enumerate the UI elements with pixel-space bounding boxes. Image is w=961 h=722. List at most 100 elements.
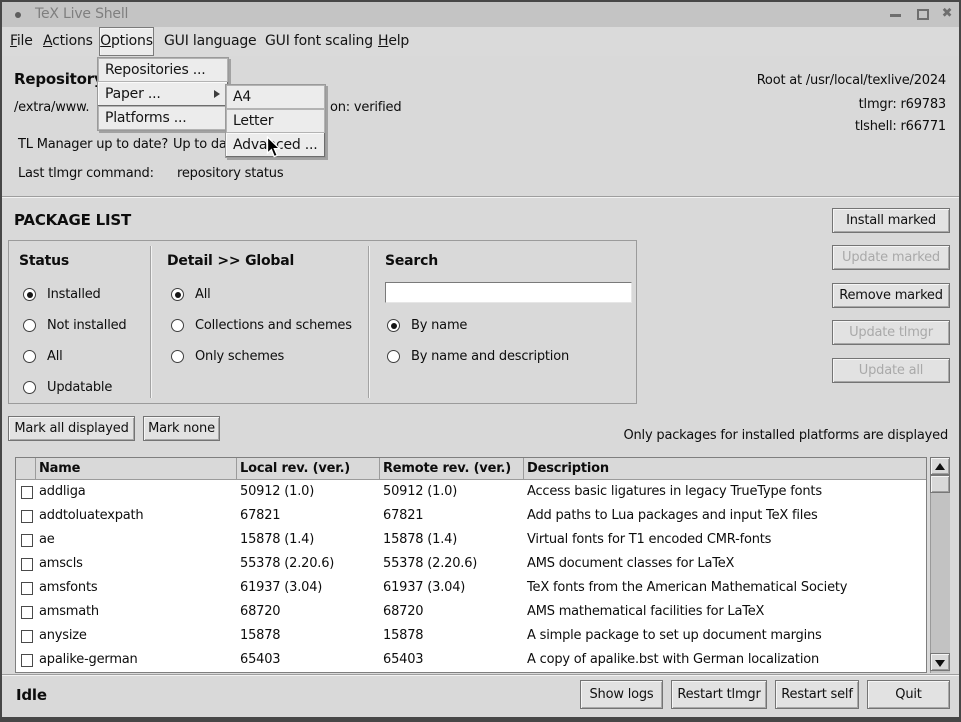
separator-line (2, 196, 959, 198)
table-row-amsmath[interactable]: amsmath6872068720AMS mathematical facili… (16, 600, 926, 624)
update-all-button: Update all (832, 358, 950, 383)
install-marked-button[interactable]: Install marked (832, 208, 950, 233)
table-row-amscls[interactable]: amscls55378 (2.20.6)55378 (2.20.6)AMS do… (16, 552, 926, 576)
menubar-item-gui-language[interactable]: GUI language (164, 27, 256, 56)
cell-remote-rev: 15878 (380, 624, 524, 648)
arrow-down-icon (935, 660, 945, 667)
cell-remote-rev: 61937 (3.04) (380, 576, 524, 600)
package-checkbox[interactable] (21, 558, 33, 571)
vertical-scrollbar[interactable] (930, 457, 950, 673)
cell-local-rev: 68720 (237, 600, 380, 624)
detail-only-schemes-radio[interactable]: Only schemes (171, 349, 385, 365)
restart-tlmgr-button[interactable]: Restart tlmgr (671, 680, 767, 709)
menubar-item-gui-font-scaling[interactable]: GUI font scaling (265, 27, 373, 56)
mark-none-button[interactable]: Mark none (143, 416, 220, 441)
cascade-arrow-icon (214, 90, 220, 98)
scroll-up-button[interactable] (930, 457, 950, 475)
arrow-up-icon (935, 463, 945, 470)
table-row-anysize[interactable]: anysize1587815878A simple package to set… (16, 624, 926, 648)
checkbox-cell (16, 528, 36, 552)
table-row-apalike-german[interactable]: apalike-german6540365403A copy of apalik… (16, 648, 926, 672)
package-checkbox[interactable] (21, 510, 33, 523)
package-checkbox[interactable] (21, 486, 33, 499)
scroll-down-button[interactable] (930, 653, 950, 671)
update-tlmgr-button: Update tlmgr (832, 320, 950, 345)
remove-marked-button[interactable]: Remove marked (832, 283, 950, 308)
update-marked-button: Update marked (832, 245, 950, 270)
detail-collections-and-schemes-radio[interactable]: Collections and schemes (171, 318, 385, 334)
radio-unselected-icon (23, 319, 36, 332)
status-text: Idle (16, 686, 47, 704)
cell-name: ae (36, 528, 237, 552)
radio-unselected-icon (23, 381, 36, 394)
cell-remote-rev: 67821 (380, 504, 524, 528)
cell-remote-rev: 68720 (380, 600, 524, 624)
column-header-name: Name (36, 458, 237, 480)
mark-all-displayed-button[interactable]: Mark all displayed (8, 416, 135, 441)
cell-description: Access basic ligatures in legacy TrueTyp… (524, 480, 926, 504)
cell-name: amsmath (36, 600, 237, 624)
radio-selected-icon (23, 288, 36, 301)
status-all-label: All (47, 349, 63, 364)
menu-item-repositories[interactable]: Repositories ... (98, 58, 228, 82)
maximize-button-icon[interactable] (917, 9, 929, 20)
package-checkbox[interactable] (21, 606, 33, 619)
menubar-item-options[interactable]: Options (99, 27, 154, 56)
root-path-text: Root at /usr/local/texlive/2024 (757, 73, 946, 88)
menubar-item-actions[interactable]: Actions (43, 27, 93, 56)
radio-selected-icon (387, 319, 400, 332)
package-checkbox[interactable] (21, 654, 33, 667)
search-by-name-radio[interactable]: By name (387, 318, 601, 334)
cell-name: amsfonts (36, 576, 237, 600)
cell-description: Add paths to Lua packages and input TeX … (524, 504, 926, 528)
platforms-note-text: Only packages for installed platforms ar… (623, 428, 948, 443)
texlive-shell-window: TeX Live Shell ✖ FileActionsOptionsGUI l… (0, 0, 961, 722)
cell-remote-rev: 55378 (2.20.6) (380, 552, 524, 576)
restart-self-button[interactable]: Restart self (775, 680, 859, 709)
cell-local-rev: 15878 (237, 624, 380, 648)
checkbox-cell (16, 648, 36, 672)
tl-manager-label: TL Manager up to date? (18, 137, 168, 152)
menubar-item-help[interactable]: Help (378, 27, 409, 56)
radio-unselected-icon (171, 350, 184, 363)
scrollbar-thumb[interactable] (930, 475, 950, 493)
menu-bar: File ActionsOptions GUI language GUI font s… (2, 27, 959, 56)
cell-local-rev: 50912 (1.0) (237, 480, 380, 504)
package-checkbox[interactable] (21, 630, 33, 643)
submenu-item-letter[interactable]: Letter (226, 109, 325, 133)
status-updatable-radio[interactable]: Updatable (23, 380, 237, 396)
menu-item-paper[interactable]: Paper ... (98, 82, 228, 106)
menu-item-platforms[interactable]: Platforms ... (98, 106, 228, 130)
cell-remote-rev: 65403 (380, 648, 524, 672)
search-by-name-and-description-radio[interactable]: By name and description (387, 349, 601, 365)
package-checkbox[interactable] (21, 582, 33, 595)
cell-description: Virtual fonts for T1 encoded CMR-fonts (524, 528, 926, 552)
minimize-button-icon[interactable] (890, 14, 901, 17)
search-input[interactable] (385, 282, 632, 303)
detail-all-radio[interactable]: All (171, 287, 385, 303)
cell-name: apalike-german (36, 648, 237, 672)
table-row-amsfonts[interactable]: amsfonts61937 (3.04)61937 (3.04)TeX font… (16, 576, 926, 600)
show-logs-button[interactable]: Show logs (580, 680, 663, 709)
column-header-description: Description (524, 458, 926, 480)
cell-description: TeX fonts from the American Mathematical… (524, 576, 926, 600)
package-list-heading: PACKAGE LIST (14, 211, 131, 229)
table-row-addtoluatexpath[interactable]: addtoluatexpath6782167821Add paths to Lu… (16, 504, 926, 528)
cell-description: AMS mathematical facilities for LaTeX (524, 600, 926, 624)
submenu-item-a4[interactable]: A4 (226, 85, 325, 109)
package-checkbox[interactable] (21, 534, 33, 547)
table-row-ae[interactable]: ae15878 (1.4)15878 (1.4)Virtual fonts fo… (16, 528, 926, 552)
last-command-label: Last tlmgr command: (18, 166, 154, 181)
table-row-addliga[interactable]: addliga50912 (1.0)50912 (1.0)Access basi… (16, 480, 926, 504)
verification-status-text: on: verified (330, 100, 401, 115)
detail-group-label: Detail >> Global (167, 253, 294, 269)
cell-name: amscls (36, 552, 237, 576)
checkbox-cell (16, 576, 36, 600)
menubar-item-file[interactable]: File (10, 27, 33, 56)
cell-local-rev: 55378 (2.20.6) (237, 552, 380, 576)
quit-button[interactable]: Quit (867, 680, 950, 709)
separator-line (2, 674, 959, 676)
cell-name: addtoluatexpath (36, 504, 237, 528)
cell-local-rev: 61937 (3.04) (237, 576, 380, 600)
close-button-icon[interactable]: ✖ (940, 6, 954, 22)
